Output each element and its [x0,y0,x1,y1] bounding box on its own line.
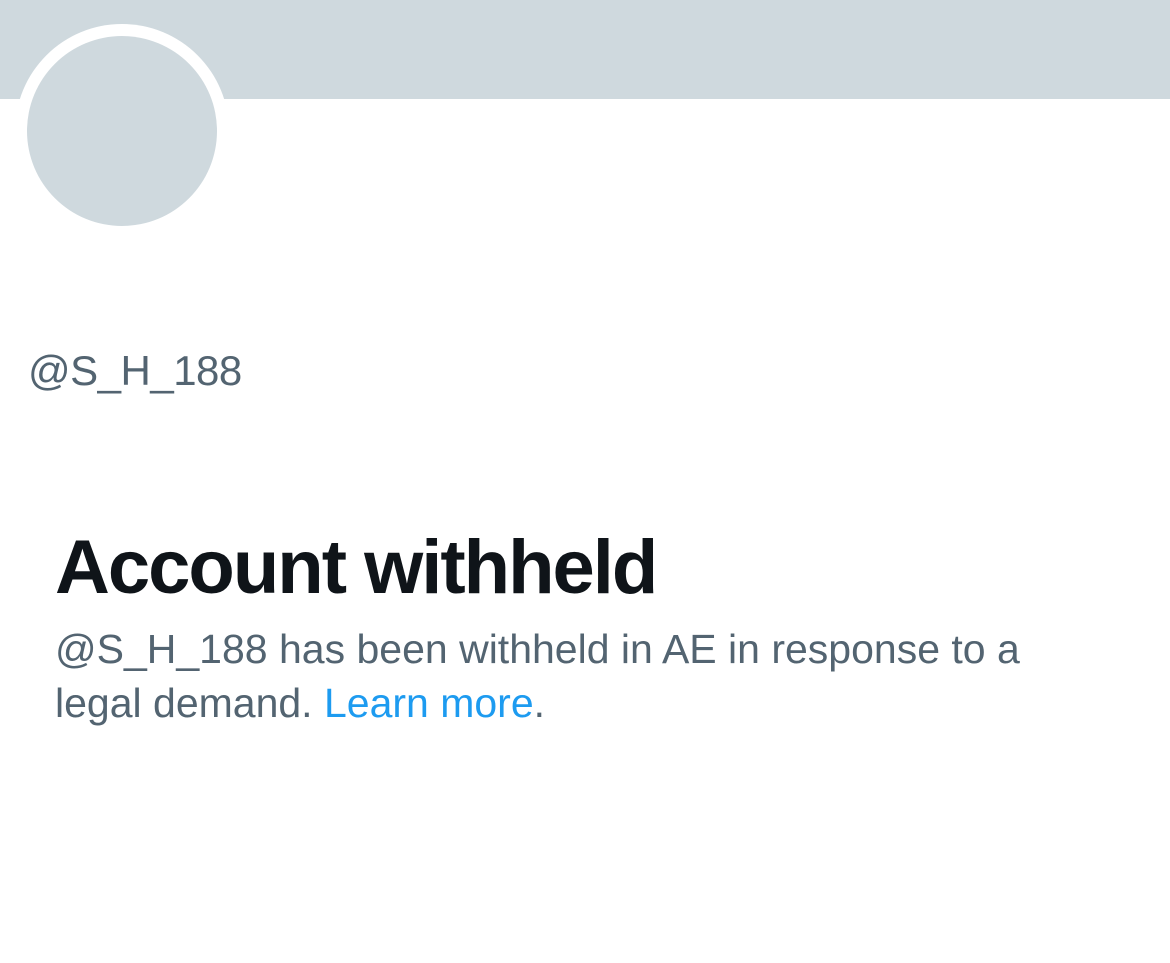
withheld-title: Account withheld [55,525,658,610]
withheld-notice: Account withheld @S_H_188 has been withh… [55,520,1115,730]
withheld-message: @S_H_188 has been withheld in AE in resp… [55,622,1115,730]
profile-handle: @S_H_188 [28,347,242,394]
avatar[interactable] [27,36,217,226]
learn-more-link[interactable]: Learn more [324,680,534,726]
withheld-message-handle: @S_H_188 [55,626,268,672]
withheld-message-period: . [533,680,546,726]
